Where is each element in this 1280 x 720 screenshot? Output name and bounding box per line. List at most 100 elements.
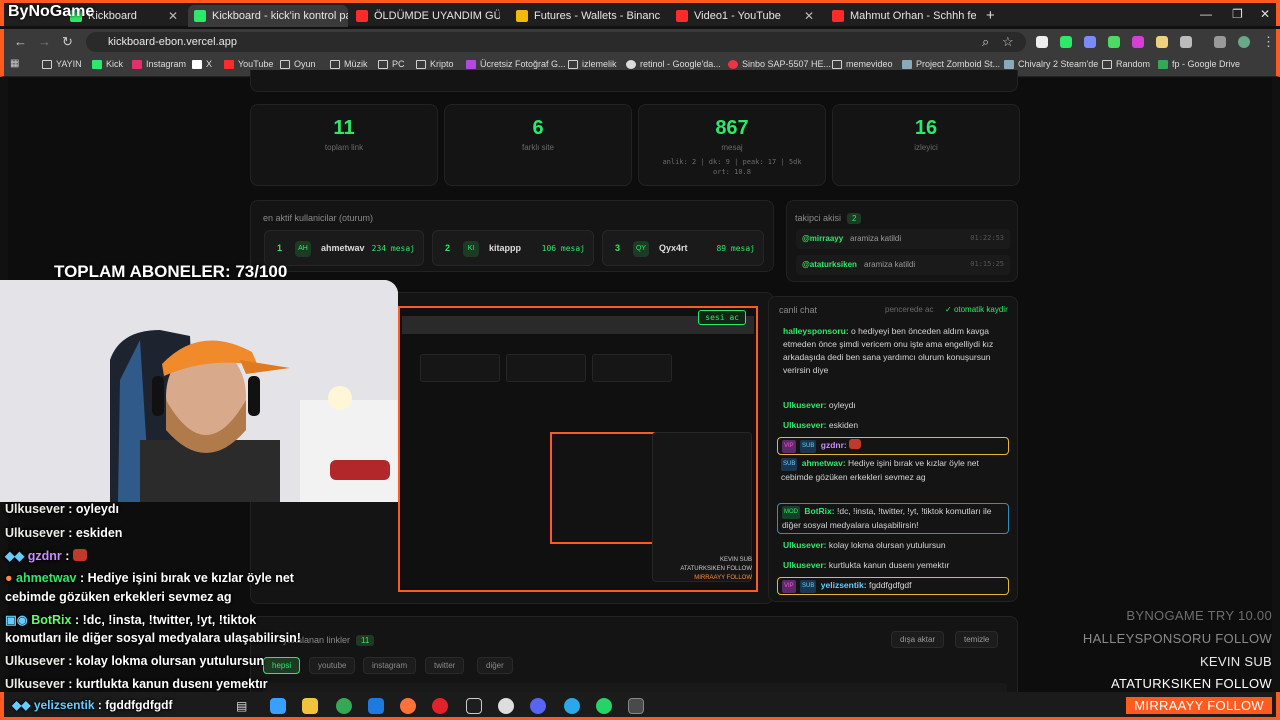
bookmark[interactable]: Sinbo SAP-5507 HE... [728,59,831,69]
apps-grid-icon[interactable]: ▦ [10,58,19,69]
obs-icon[interactable] [498,698,514,714]
clear-button[interactable]: temizle [955,631,999,648]
bookmark[interactable]: Project Zomboid St... [902,59,1000,69]
filter-youtube[interactable]: youtube [309,657,356,674]
tab-youtube-music[interactable]: Mahmut Orhan - Schhh fe ✕ [826,5,976,27]
telegram-icon[interactable] [564,698,580,714]
stat-label: toplam link [324,143,364,152]
chrome-icon[interactable] [336,698,352,714]
extension-icon[interactable] [1084,36,1096,48]
discord-icon[interactable] [530,698,546,714]
autoscroll-label: otomatik kaydir [953,305,1008,314]
bookmark-label: PC [392,59,405,69]
firefox-icon[interactable] [400,698,416,714]
export-button[interactable]: dışa aktar [891,631,945,648]
filter-instagram[interactable]: instagram [363,657,417,674]
bookmark-folder[interactable]: izlemelik [568,59,617,69]
sub-goal-text: TOPLAM ABONELER: 73/100 [54,262,288,281]
active-user-card[interactable]: 2 KI kitappp 106 mesaj [432,230,594,266]
overlay-event-item: KEVIN SUB [1199,654,1272,669]
stat-label: farklı site [521,143,554,152]
filter-all[interactable]: hepsi [263,657,301,674]
bookmark[interactable]: Chivalry 2 Steam'de [1004,59,1098,69]
extension-icon[interactable] [1060,36,1072,48]
media-icon[interactable] [1214,36,1226,48]
chat-text: kolay lokma olursan yutulursun [828,540,946,550]
overlay-event-item: BYNOGAME TRY 10.00 [1126,608,1272,623]
back-icon[interactable]: ← [14,34,27,49]
badge-icons: ▣◉ [5,613,28,627]
close-tab-icon[interactable]: ✕ [804,9,814,23]
close-window-icon[interactable]: ✕ [1260,7,1270,21]
filter-twitter[interactable]: twitter [425,657,465,674]
tab-youtube-video[interactable]: Video1 - YouTube ✕ [670,5,820,27]
app-icon[interactable] [466,698,482,714]
maximize-icon[interactable]: ❐ [1232,7,1243,21]
extension-icon[interactable] [1036,36,1048,48]
opera-icon[interactable] [432,698,448,714]
tab-title: Kickboard [88,10,137,22]
task-view-icon[interactable]: ▤ [236,698,252,714]
preview-stat [592,354,672,382]
forward-icon[interactable]: → [38,34,51,49]
chat-user: halleysponsoru: [783,326,849,336]
bookmark-folder[interactable]: YAYIN [42,59,82,69]
reload-icon[interactable]: ↻ [62,34,73,50]
mod-badge: MOD [782,506,800,519]
bookmark[interactable]: YouTube [224,59,273,69]
badge-icon: ● [5,571,13,585]
zoom-icon[interactable]: ⌕ [982,34,989,50]
mail-icon[interactable] [368,698,384,714]
bookmark-folder[interactable]: Kripto [416,59,454,69]
extensions-puzzle-icon[interactable] [1180,36,1192,48]
active-user-card[interactable]: 1 AH ahmetwav 234 mesaj [264,230,424,266]
bookmark[interactable]: X [192,59,212,69]
overlay-chat-line: komutları ile diğer sosyal medyalara ula… [5,631,301,645]
chrome-active-icon[interactable] [628,698,644,714]
bookmark[interactable]: Instagram [132,59,186,69]
extension-icon[interactable] [1156,36,1168,48]
user-message-count: 89 mesaj [716,244,755,253]
extension-icon[interactable] [1132,36,1144,48]
autoscroll-toggle[interactable]: ✓ otomatik kaydir [945,305,1008,314]
file-explorer-icon[interactable] [302,698,318,714]
copilot-icon[interactable] [270,698,286,714]
menu-kebab-icon[interactable]: ⋮ [1262,34,1275,50]
profile-avatar-icon[interactable] [1238,36,1250,48]
popout-button[interactable]: pencerede ac [885,305,933,314]
webcam-image [0,280,398,502]
filter-other[interactable]: diğer [477,657,513,674]
stat-value: 16 [914,117,938,139]
new-tab-icon[interactable]: + [986,7,995,24]
whatsapp-icon[interactable] [596,698,612,714]
overlay-chat-user: Ulkusever [5,526,65,540]
sub-badge: SUB [781,458,798,471]
bookmark-folder[interactable]: Oyun [280,59,316,69]
bookmark[interactable]: retinol - Google'da... [626,59,721,69]
overlay-chat-user: gzdnr [27,549,62,563]
bookmark-folder[interactable]: PC [378,59,405,69]
youtube-favicon-icon [676,10,688,22]
url-input[interactable]: kickboard-ebon.vercel.app [86,32,1026,52]
bookmark-label: Instagram [146,59,187,69]
bookmark[interactable]: Ücretsiz Fotoğraf G... [466,59,566,69]
bookmark-folder[interactable]: Random [1102,59,1150,69]
bookmark-label: izlemelik [582,59,617,69]
user-message-count: 234 mesaj [371,244,415,253]
x-icon [192,59,202,69]
bookmark[interactable]: fp - Google Drive [1158,59,1240,69]
bookmark-folder[interactable]: memevideo [832,59,893,69]
bookmark-folder[interactable]: Müzik [330,59,368,69]
bookmark-star-icon[interactable]: ☆ [1002,34,1014,50]
extension-icon[interactable] [1108,36,1120,48]
bookmark[interactable]: Kick [92,59,123,69]
tab-binance[interactable]: Futures - Wallets - Binance ✕ [510,5,660,27]
close-tab-icon[interactable]: ✕ [168,9,178,23]
minimize-icon[interactable]: — [1200,7,1212,21]
tab-kickboard-panel[interactable]: Kickboard - kick'in kontrol pan ✕ [188,5,348,27]
tab-youtube-song[interactable]: ÖLDÜMDE UYANDIM GÜLÜM ✕ [350,5,500,27]
unmute-button[interactable]: sesi ac [698,310,746,325]
overlay-chat-line: Ulkusever : kurtlukta kanun dusenı yemek… [5,677,268,691]
active-user-card[interactable]: 3 QY Qyx4rt 89 mesaj [602,230,764,266]
url-text: kickboard-ebon.vercel.app [108,36,238,48]
